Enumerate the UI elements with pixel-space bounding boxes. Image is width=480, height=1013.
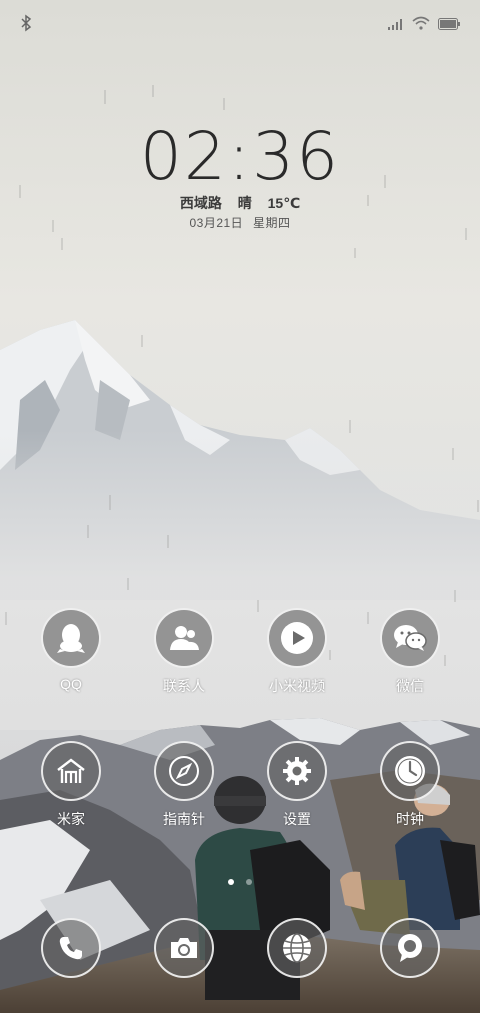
clock-icon bbox=[380, 741, 440, 801]
camera-icon bbox=[154, 918, 214, 978]
app-clock[interactable]: 时钟 bbox=[365, 741, 455, 829]
app-label: 联系人 bbox=[163, 678, 205, 694]
lock-clock-time[interactable]: 02:36 bbox=[0, 118, 480, 195]
app-label: QQ bbox=[60, 676, 82, 692]
app-mi-video[interactable]: 小米视频 bbox=[252, 608, 342, 696]
page-dot-active bbox=[227, 879, 234, 885]
app-label: 米家 bbox=[57, 811, 85, 827]
date-text: 03月21日 bbox=[189, 216, 244, 230]
dock-browser[interactable] bbox=[252, 918, 342, 978]
app-label: 指南针 bbox=[163, 811, 205, 827]
app-label: 小米视频 bbox=[269, 678, 325, 694]
dock-messages[interactable] bbox=[365, 918, 455, 978]
mi-home-icon bbox=[41, 741, 101, 801]
weather-condition: 晴 bbox=[237, 195, 252, 211]
weather-line[interactable]: 西域路 晴 15℃ bbox=[0, 193, 480, 213]
battery-icon bbox=[438, 17, 460, 35]
bluetooth-icon bbox=[20, 14, 32, 37]
signal-icon bbox=[388, 17, 404, 35]
app-compass[interactable]: 指南针 bbox=[139, 741, 229, 829]
compass-icon bbox=[154, 741, 214, 801]
app-mi-home[interactable]: 米家 bbox=[26, 741, 116, 829]
app-wechat[interactable]: 微信 bbox=[365, 608, 455, 696]
date-line: 03月21日 星期四 bbox=[0, 214, 480, 231]
wechat-icon bbox=[380, 608, 440, 668]
dock-camera[interactable] bbox=[139, 918, 229, 978]
qq-penguin-icon bbox=[41, 608, 101, 668]
wifi-icon bbox=[412, 16, 430, 35]
messages-icon bbox=[380, 918, 440, 978]
dock-phone[interactable] bbox=[26, 918, 116, 978]
status-bar bbox=[0, 0, 480, 50]
phone-icon bbox=[41, 918, 101, 978]
page-indicator[interactable] bbox=[0, 872, 480, 890]
app-contacts[interactable]: 联系人 bbox=[139, 608, 229, 696]
app-qq[interactable]: QQ bbox=[26, 608, 116, 692]
browser-globe-icon bbox=[267, 918, 327, 978]
play-icon bbox=[267, 608, 327, 668]
contacts-icon bbox=[154, 608, 214, 668]
app-settings[interactable]: 设置 bbox=[252, 741, 342, 829]
gear-icon bbox=[267, 741, 327, 801]
weather-temperature: 15℃ bbox=[267, 195, 301, 211]
page-dot bbox=[246, 879, 253, 885]
weather-location: 西域路 bbox=[179, 195, 222, 211]
app-label: 时钟 bbox=[396, 811, 424, 827]
app-label: 微信 bbox=[396, 678, 424, 694]
app-label: 设置 bbox=[283, 811, 311, 827]
weekday-text: 星期四 bbox=[253, 216, 291, 230]
